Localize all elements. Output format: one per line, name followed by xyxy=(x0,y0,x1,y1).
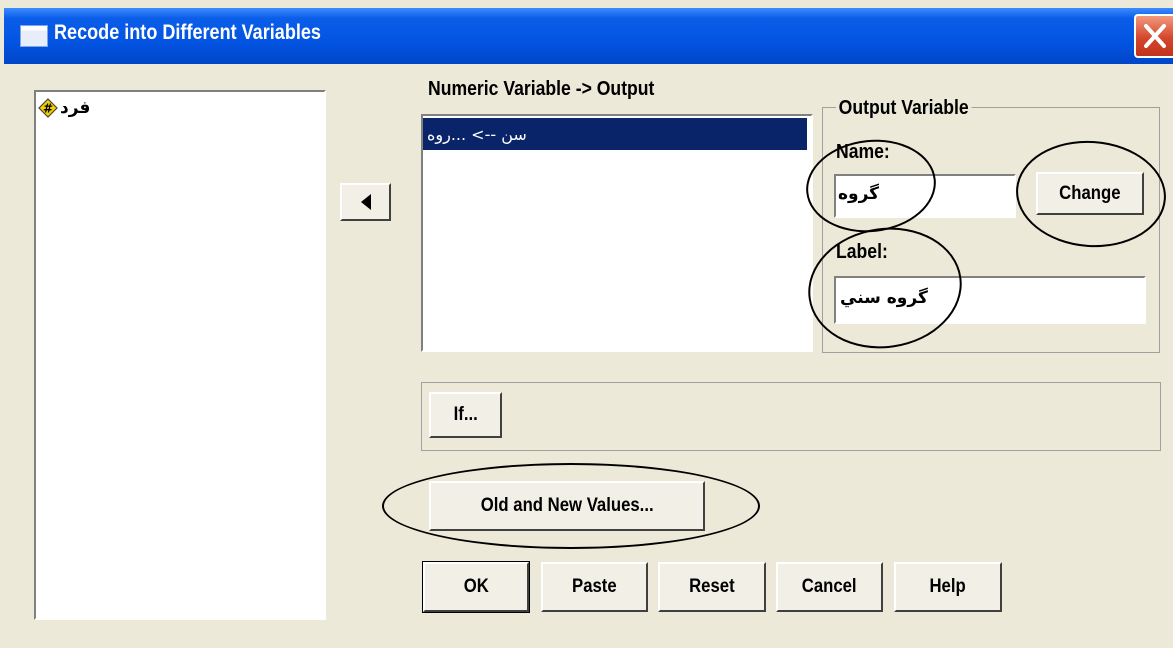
cancel-button[interactable]: Cancel xyxy=(776,562,883,612)
left-arrow-icon xyxy=(360,194,371,210)
window-title: Recode into Different Variables xyxy=(54,21,321,44)
mapping-list[interactable]: سن --> ...روه xyxy=(421,114,813,352)
mapping-header: Numeric Variable -> Output xyxy=(428,78,655,100)
output-variable-group-label: Output Variable xyxy=(836,97,972,120)
move-variable-button[interactable] xyxy=(340,183,391,221)
ok-button[interactable]: OK xyxy=(422,561,530,613)
name-field[interactable]: گروه xyxy=(834,174,1016,218)
window-icon xyxy=(20,25,48,47)
title-bar[interactable]: Recode into Different Variables xyxy=(4,8,1173,64)
list-item-selected[interactable]: سن --> ...روه xyxy=(423,118,807,150)
numeric-variable-icon: # xyxy=(38,98,58,118)
close-icon xyxy=(1144,24,1166,48)
name-label: Name: xyxy=(836,141,890,163)
name-field-value: گروه xyxy=(838,184,880,204)
recode-dialog: Recode into Different Variables # فرد Nu… xyxy=(4,8,1173,648)
if-button[interactable]: If... xyxy=(429,392,502,438)
if-group xyxy=(421,382,1161,451)
old-and-new-values-button[interactable]: Old and New Values... xyxy=(429,481,705,531)
reset-button[interactable]: Reset xyxy=(658,562,766,612)
svg-text:#: # xyxy=(43,102,53,116)
source-variable-list[interactable]: # فرد xyxy=(34,90,326,620)
paste-button[interactable]: Paste xyxy=(541,562,648,612)
close-button[interactable] xyxy=(1134,14,1173,58)
change-button[interactable]: Change xyxy=(1036,172,1144,215)
mapping-item-label: سن --> ...روه xyxy=(427,124,527,144)
help-button[interactable]: Help xyxy=(894,562,1002,612)
variable-label: فرد xyxy=(60,98,91,118)
label-field-value: گروه سني xyxy=(840,288,928,308)
label-field[interactable]: گروه سني xyxy=(834,276,1146,324)
list-item[interactable]: # فرد xyxy=(38,98,90,118)
label-label: Label: xyxy=(836,241,888,263)
